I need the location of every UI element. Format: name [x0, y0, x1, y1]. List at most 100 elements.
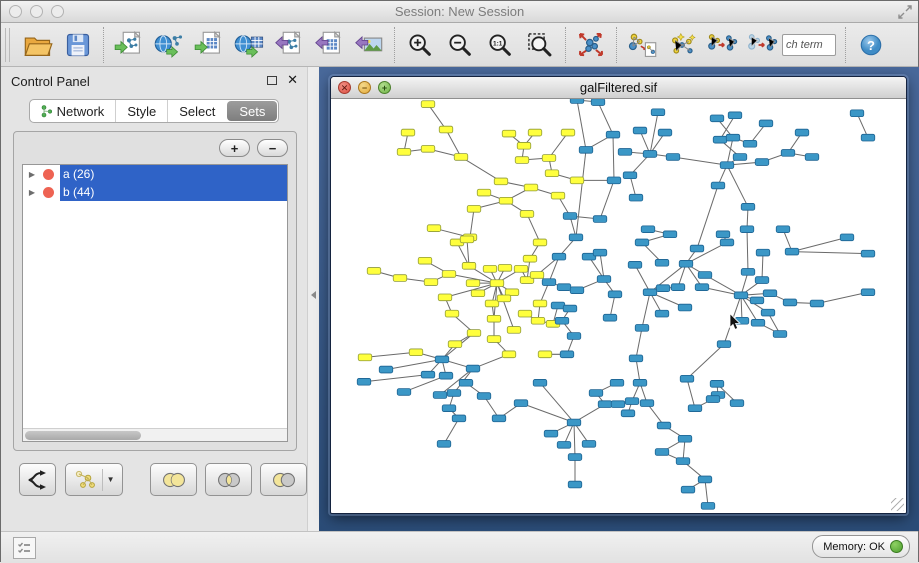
graph-node[interactable]	[433, 392, 447, 399]
graph-node[interactable]	[487, 315, 501, 322]
graph-node[interactable]	[579, 147, 593, 154]
graph-node[interactable]	[606, 131, 620, 138]
graph-edge[interactable]	[600, 253, 604, 279]
graph-node[interactable]	[730, 400, 744, 407]
graph-node[interactable]	[409, 349, 423, 356]
graph-node[interactable]	[651, 109, 665, 116]
graph-node[interactable]	[563, 213, 577, 220]
graph-node[interactable]	[640, 400, 654, 407]
float-panel-icon[interactable]	[267, 76, 277, 85]
graph-node[interactable]	[533, 239, 547, 246]
network-comparison-button[interactable]	[742, 25, 782, 65]
graph-node[interactable]	[582, 440, 596, 447]
graph-node[interactable]	[734, 292, 748, 299]
graph-node[interactable]	[776, 226, 790, 233]
graph-node[interactable]	[656, 285, 670, 292]
graph-node[interactable]	[528, 129, 542, 136]
graph-node[interactable]	[471, 290, 485, 297]
graph-node[interactable]	[460, 236, 474, 243]
network-graph[interactable]	[331, 99, 906, 513]
graph-edge[interactable]	[446, 130, 461, 157]
graph-node[interactable]	[563, 305, 577, 312]
graph-node[interactable]	[720, 239, 734, 246]
graph-edge[interactable]	[792, 252, 868, 254]
graph-node[interactable]	[805, 154, 819, 161]
graph-edge[interactable]	[636, 328, 642, 359]
graph-edge[interactable]	[577, 100, 586, 150]
graph-node[interactable]	[679, 260, 693, 267]
graph-node[interactable]	[393, 275, 407, 282]
graph-node[interactable]	[483, 266, 497, 273]
graph-node[interactable]	[688, 405, 702, 412]
remove-set-button[interactable]: −	[257, 139, 288, 157]
graph-node[interactable]	[759, 120, 773, 127]
graph-node[interactable]	[655, 259, 669, 266]
graph-node[interactable]	[439, 372, 453, 379]
graph-node[interactable]	[379, 366, 393, 373]
graph-node[interactable]	[861, 250, 875, 257]
difference-sets-button[interactable]	[260, 463, 307, 496]
graph-node[interactable]	[603, 314, 617, 321]
graph-node[interactable]	[517, 142, 531, 149]
import-table-web-button[interactable]	[229, 25, 269, 65]
graph-node[interactable]	[785, 248, 799, 255]
graph-node[interactable]	[551, 192, 565, 199]
set-row-label[interactable]: b (44)	[60, 183, 287, 201]
graph-edge[interactable]	[817, 292, 868, 303]
graph-node[interactable]	[629, 194, 643, 201]
graph-node[interactable]	[781, 150, 795, 157]
zoom-fit-button[interactable]	[520, 25, 560, 65]
graph-node[interactable]	[783, 299, 797, 306]
graph-node[interactable]	[641, 226, 655, 233]
graph-node[interactable]	[635, 239, 649, 246]
graph-node[interactable]	[421, 371, 435, 378]
graph-node[interactable]	[655, 310, 669, 317]
graph-node[interactable]	[756, 249, 770, 256]
graph-node[interactable]	[861, 289, 875, 296]
new-network-selection-button[interactable]	[622, 25, 662, 65]
graph-node[interactable]	[628, 261, 642, 268]
graph-node[interactable]	[593, 249, 607, 256]
graph-node[interactable]	[523, 255, 537, 262]
graph-node[interactable]	[533, 300, 547, 307]
graph-node[interactable]	[567, 333, 581, 340]
graph-node[interactable]	[358, 354, 372, 361]
expand-triangle-icon[interactable]: ▶	[23, 170, 37, 179]
graph-node[interactable]	[533, 379, 547, 386]
graph-node[interactable]	[524, 184, 538, 191]
graph-node[interactable]	[568, 454, 582, 461]
graph-node[interactable]	[497, 295, 511, 302]
graph-node[interactable]	[502, 351, 516, 358]
graph-node[interactable]	[551, 302, 565, 309]
search-input[interactable]	[782, 34, 836, 56]
layout-button[interactable]	[571, 25, 611, 65]
graph-node[interactable]	[740, 226, 754, 233]
graph-node[interactable]	[678, 435, 692, 442]
graph-node[interactable]	[477, 393, 491, 400]
intersect-sets-button[interactable]	[205, 463, 252, 496]
graph-node[interactable]	[840, 234, 854, 241]
graph-node[interactable]	[773, 331, 787, 338]
graph-node[interactable]	[671, 284, 685, 291]
network-canvas[interactable]	[331, 99, 906, 513]
help-button[interactable]: ?	[851, 25, 891, 65]
graph-node[interactable]	[810, 300, 824, 307]
graph-node[interactable]	[544, 430, 558, 437]
graph-node[interactable]	[633, 379, 647, 386]
graph-node[interactable]	[698, 476, 712, 483]
graph-node[interactable]	[678, 304, 692, 311]
graph-node[interactable]	[716, 231, 730, 238]
network-window-titlebar[interactable]: ✕ − + galFiltered.sif	[331, 77, 906, 99]
zoom-out-button[interactable]	[440, 25, 480, 65]
graph-node[interactable]	[421, 101, 435, 108]
graph-node[interactable]	[618, 149, 632, 156]
graph-node[interactable]	[530, 272, 544, 279]
set-list[interactable]: ▶ a (26) ▶ b (44)	[22, 164, 288, 442]
graph-node[interactable]	[427, 225, 441, 232]
graph-edge[interactable]	[444, 418, 459, 443]
graph-node[interactable]	[454, 154, 468, 161]
graph-node[interactable]	[733, 154, 747, 161]
graph-node[interactable]	[498, 264, 512, 271]
graph-node[interactable]	[710, 380, 724, 387]
graph-node[interactable]	[467, 206, 481, 213]
